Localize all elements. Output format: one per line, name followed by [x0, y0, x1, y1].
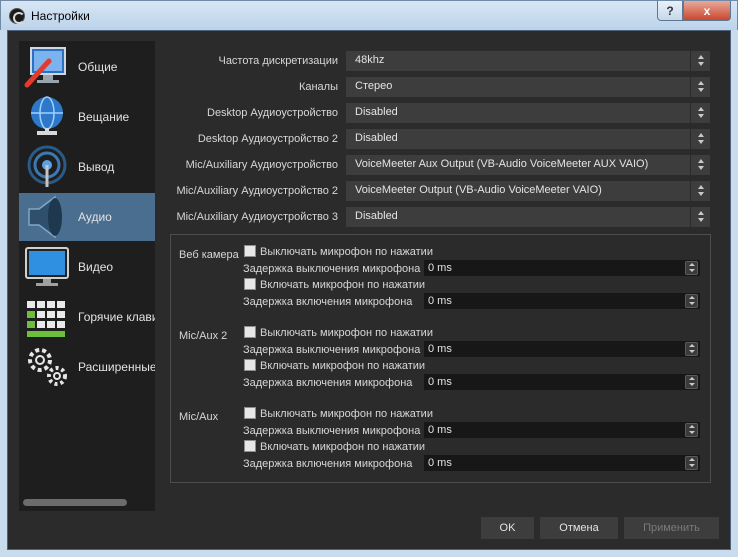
spin-arrows-icon[interactable]: [685, 456, 698, 470]
mute-delay-label: Задержка выключения микрофона: [243, 263, 421, 275]
mic-aux-3-select[interactable]: Disabled: [346, 207, 710, 227]
sidebar-item-label: Общие: [78, 60, 118, 74]
push-to-mute-checkbox[interactable]: [244, 245, 256, 257]
sidebar-item-label: Расширенные: [78, 360, 155, 374]
sidebar-item-label: Вещание: [78, 110, 130, 124]
mute-delay-spinbox[interactable]: 0 ms: [424, 422, 700, 438]
sidebar-item-general[interactable]: Общие: [19, 43, 155, 91]
push-to-mute-label: Выключать микрофон по нажатии: [260, 408, 433, 420]
push-to-mute-label: Выключать микрофон по нажатии: [260, 246, 433, 258]
group-name-mic-aux: Mic/Aux: [179, 411, 219, 423]
channels-select[interactable]: Стерео: [346, 77, 710, 97]
title-bar: Настройки ? x: [0, 0, 738, 30]
settings-dialog: Общие Вещание Вывод Аудио Видео Горячие …: [7, 30, 731, 550]
sidebar-item-stream[interactable]: Вещание: [19, 93, 155, 141]
talk-delay-label: Задержка включения микрофона: [243, 458, 413, 470]
ok-button[interactable]: OK: [481, 517, 534, 539]
mute-delay-label: Задержка выключения микрофона: [243, 425, 421, 437]
mic-aux-2-select[interactable]: VoiceMeeter Output (VB-Audio VoiceMeeter…: [346, 181, 710, 201]
push-to-mute-checkbox[interactable]: [244, 407, 256, 419]
push-to-talk-label: Включать микрофон по нажатии: [260, 441, 426, 453]
mic-aux-3-label: Mic/Auxiliary Аудиоустройство 3: [176, 211, 338, 223]
mic-aux-3-value: Disabled: [355, 210, 398, 222]
push-to-talk-checkbox[interactable]: [244, 440, 256, 452]
push-to-talk-label: Включать микрофон по нажатии: [260, 360, 426, 372]
apply-button[interactable]: Применить: [624, 517, 719, 539]
keyboard-icon: [27, 301, 65, 337]
channels-label: Каналы: [298, 81, 338, 93]
dropdown-arrows-icon: [690, 77, 710, 97]
obs-logo-icon: [9, 8, 25, 24]
desktop-audio-2-label: Desktop Аудиоустройство 2: [197, 133, 338, 145]
desktop-audio-2-value: Disabled: [355, 132, 398, 144]
mute-delay-value: 0 ms: [428, 424, 452, 436]
dropdown-arrows-icon: [690, 129, 710, 149]
talk-delay-spinbox[interactable]: 0 ms: [424, 374, 700, 390]
sidebar-item-label: Аудио: [78, 210, 112, 224]
push-to-talk-checkbox[interactable]: [244, 359, 256, 371]
dropdown-arrows-icon: [690, 181, 710, 201]
cancel-button[interactable]: Отмена: [540, 517, 618, 539]
mute-delay-spinbox[interactable]: 0 ms: [424, 260, 700, 276]
mic-aux-2-label: Mic/Auxiliary Аудиоустройство 2: [176, 185, 338, 197]
close-button[interactable]: x: [683, 1, 731, 21]
mute-delay-value: 0 ms: [428, 343, 452, 355]
spin-arrows-icon[interactable]: [685, 261, 698, 275]
settings-sidebar: Общие Вещание Вывод Аудио Видео Горячие …: [19, 41, 155, 511]
mic-aux-2-value: VoiceMeeter Output (VB-Audio VoiceMeeter…: [355, 184, 602, 196]
sidebar-item-hotkeys[interactable]: Горячие клавиши: [19, 293, 155, 341]
group-name-webcam: Веб камера: [179, 249, 239, 261]
monitor-icon: [25, 247, 69, 286]
sidebar-item-label: Вывод: [78, 160, 115, 174]
mute-delay-value: 0 ms: [428, 262, 452, 274]
sample-rate-label: Частота дискретизации: [218, 55, 338, 67]
sidebar-item-advanced[interactable]: Расширенные: [19, 343, 155, 391]
sidebar-item-audio[interactable]: Аудио: [19, 193, 155, 241]
broadcast-antenna-icon: [27, 145, 67, 187]
spin-arrows-icon[interactable]: [685, 342, 698, 356]
mic-aux-select[interactable]: VoiceMeeter Aux Output (VB-Audio VoiceMe…: [346, 155, 710, 175]
sidebar-item-video[interactable]: Видео: [19, 243, 155, 291]
desktop-audio-label: Desktop Аудиоустройство: [207, 107, 338, 119]
desktop-audio-select[interactable]: Disabled: [346, 103, 710, 123]
channels-value: Стерео: [355, 80, 393, 92]
sample-rate-select[interactable]: 48khz: [346, 51, 710, 71]
talk-delay-spinbox[interactable]: 0 ms: [424, 455, 700, 471]
talk-delay-value: 0 ms: [428, 295, 452, 307]
push-to-mute-label: Выключать микрофон по нажатии: [260, 327, 433, 339]
talk-delay-value: 0 ms: [428, 457, 452, 469]
desktop-audio-2-select[interactable]: Disabled: [346, 129, 710, 149]
sample-rate-value: 48khz: [355, 54, 385, 66]
speaker-icon: [28, 195, 62, 239]
sidebar-item-label: Видео: [78, 260, 114, 274]
window-title: Настройки: [31, 9, 90, 23]
sidebar-scrollbar[interactable]: [23, 499, 127, 506]
talk-delay-spinbox[interactable]: 0 ms: [424, 293, 700, 309]
group-name-mic-aux-2: Mic/Aux 2: [179, 330, 228, 342]
wrench-monitor-icon: [24, 47, 66, 88]
talk-delay-value: 0 ms: [428, 376, 452, 388]
mute-delay-label: Задержка выключения микрофона: [243, 344, 421, 356]
spin-arrows-icon[interactable]: [685, 294, 698, 308]
push-to-talk-checkbox[interactable]: [244, 278, 256, 290]
globe-network-icon: [31, 96, 63, 135]
sidebar-item-label: Горячие клавиши: [78, 310, 155, 324]
talk-delay-label: Задержка включения микрофона: [243, 296, 413, 308]
sidebar-item-output[interactable]: Вывод: [19, 143, 155, 191]
mic-aux-label: Mic/Auxiliary Аудиоустройство: [185, 159, 338, 171]
dropdown-arrows-icon: [690, 155, 710, 175]
dropdown-arrows-icon: [690, 51, 710, 71]
desktop-audio-value: Disabled: [355, 106, 398, 118]
push-to-talk-label: Включать микрофон по нажатии: [260, 279, 426, 291]
mute-delay-spinbox[interactable]: 0 ms: [424, 341, 700, 357]
mic-aux-value: VoiceMeeter Aux Output (VB-Audio VoiceMe…: [355, 158, 649, 170]
push-to-mute-checkbox[interactable]: [244, 326, 256, 338]
dropdown-arrows-icon: [690, 207, 710, 227]
spin-arrows-icon[interactable]: [685, 375, 698, 389]
gears-icon: [28, 348, 67, 386]
help-button[interactable]: ?: [657, 1, 683, 21]
spin-arrows-icon[interactable]: [685, 423, 698, 437]
talk-delay-label: Задержка включения микрофона: [243, 377, 413, 389]
dropdown-arrows-icon: [690, 103, 710, 123]
